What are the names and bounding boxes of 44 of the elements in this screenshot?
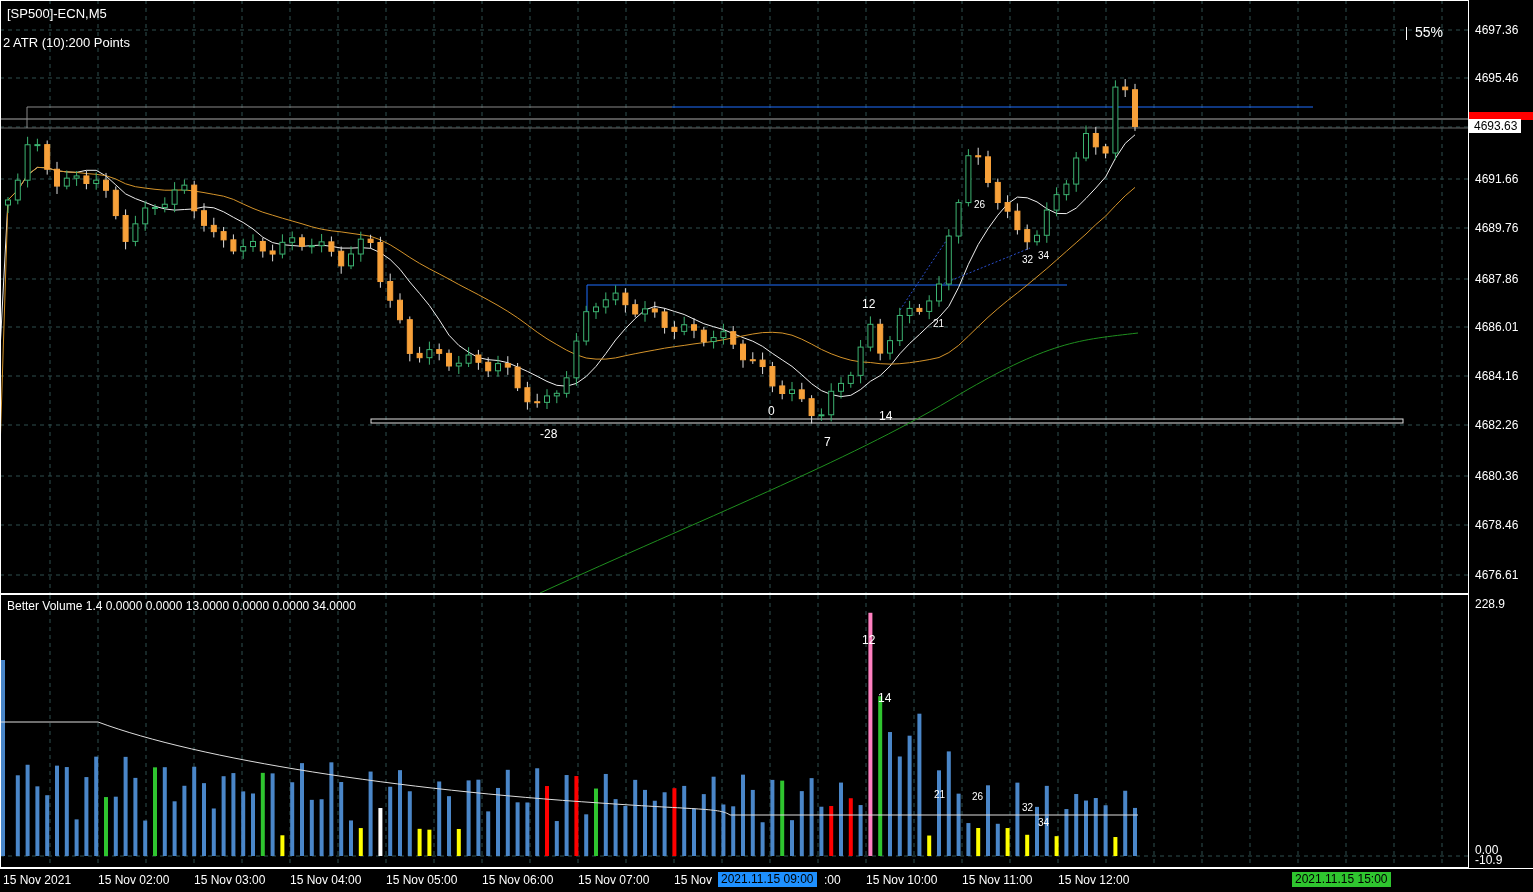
time-label: 15 Nov 10:00 <box>866 873 938 888</box>
chart-annotation: -28 <box>540 428 558 441</box>
chart-annotation: 26 <box>974 198 986 211</box>
price-label: 4697.36 <box>1475 23 1519 37</box>
price-label: 4682.26 <box>1475 418 1519 432</box>
chart-annotation: 12 <box>862 298 876 311</box>
chart-annotation: 34 <box>1038 249 1050 262</box>
price-label: 4678.46 <box>1475 518 1519 532</box>
current-price-tag: 4693.63 <box>1469 119 1522 133</box>
time-label: 15 Nov 2021 <box>3 873 72 888</box>
price-label: 4695.46 <box>1475 71 1519 85</box>
time-label: 15 Nov 03:00 <box>194 873 266 888</box>
price-marker <box>1469 112 1533 120</box>
price-label: 4686.01 <box>1475 320 1519 334</box>
crosshair-time-tag: 2021.11.15 09:00 <box>718 872 817 887</box>
volume-annotation: 14 <box>878 692 892 705</box>
chart-annotation: 14 <box>879 410 893 423</box>
price-label: 4684.16 <box>1475 369 1519 383</box>
chart-title: [SP500]-ECN,M5 <box>7 6 107 21</box>
price-label: 4687.86 <box>1475 272 1519 286</box>
time-label: 15 Nov 06:00 <box>482 873 554 888</box>
time-label: 15 Nov 05:00 <box>386 873 458 888</box>
time-label: 15 Nov <box>674 873 713 888</box>
time-label: 15 Nov 04:00 <box>290 873 362 888</box>
chart-annotation: 0 <box>768 405 775 418</box>
price-label: 4680.36 <box>1475 469 1519 483</box>
price-label: 4689.76 <box>1475 221 1519 235</box>
indicator-label: 2 ATR (10):200 Points <box>3 35 130 50</box>
volume-annotation: 26 <box>972 790 984 803</box>
time-label: 15 Nov 02:00 <box>98 873 170 888</box>
time-label: 15 Nov 07:00 <box>578 873 650 888</box>
zoom-reading: 55% <box>1415 25 1444 40</box>
time-marker-tag: 2021.11.15 15:00 <box>1292 872 1391 887</box>
chart-annotation: 21 <box>933 317 945 330</box>
time-label: 15 Nov 11:00 <box>962 873 1033 888</box>
chart-annotation: 32 <box>1022 253 1034 266</box>
time-label: 15 Nov 12:00 <box>1058 873 1130 888</box>
indicator-label: Better Volume 1.4 0.0000 0.0000 13.0000 0.0000 0.0000 34.0000 <box>7 599 356 614</box>
time-label: :00 <box>824 873 841 888</box>
chart-annotation: 7 <box>824 436 831 449</box>
price-label: 4676.61 <box>1475 568 1519 582</box>
volume-scale-label: 228.9 <box>1475 597 1506 611</box>
volume-annotation: 32 <box>1022 801 1034 814</box>
price-label: 4691.66 <box>1475 172 1519 186</box>
